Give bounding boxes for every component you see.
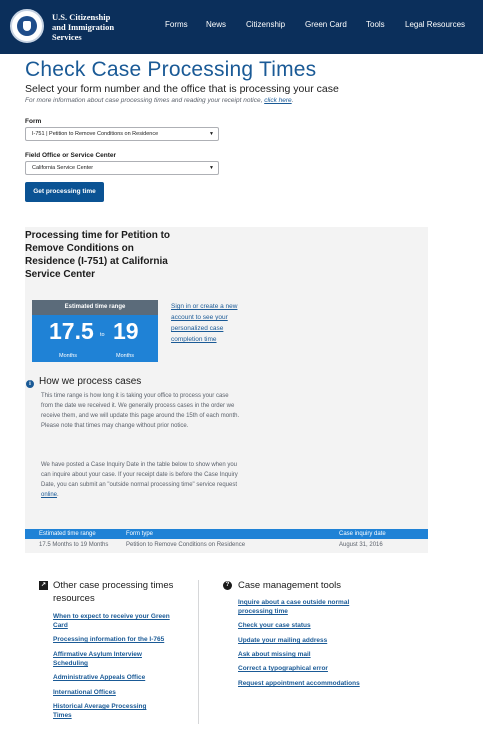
table-row: 17.5 Months to 19 Months Petition to Rem… — [25, 540, 428, 551]
how-we-process-title: How we process cases — [39, 376, 142, 387]
time-max-unit: Months — [116, 353, 135, 359]
nav-green-card[interactable]: Green Card — [305, 20, 347, 29]
nav-news[interactable]: News — [206, 20, 226, 29]
office-select-value: California Service Center — [32, 165, 94, 171]
office-select[interactable]: California Service Center ▼ — [25, 161, 219, 175]
nav-tools[interactable]: Tools — [366, 20, 385, 29]
signin-link[interactable]: Sign in or create a new account to see y… — [171, 301, 251, 345]
link-missing-mail[interactable]: Ask about missing mail — [238, 650, 398, 659]
link-international-offices[interactable]: International Offices — [53, 688, 183, 697]
site-header: U.S. Citizenship and Immigration Service… — [0, 0, 483, 54]
link-green-card-timing[interactable]: When to expect to receive your Green Car… — [53, 612, 173, 630]
form-select[interactable]: I-751 | Petition to Remove Conditions on… — [25, 127, 219, 141]
online-link[interactable]: online — [41, 492, 57, 498]
more-info-text: For more information about case processi… — [25, 97, 293, 104]
time-range-header: Estimated time range — [32, 300, 158, 315]
nav-legal-resources[interactable]: Legal Resources — [405, 20, 465, 29]
link-mailing-address[interactable]: Update your mailing address — [238, 636, 398, 645]
other-resources-title: Other case processing times resources — [53, 580, 174, 604]
table-cell-date: August 31, 2016 — [339, 542, 383, 548]
link-inquire-case[interactable]: Inquire about a case outside normal proc… — [238, 598, 368, 616]
table-header-form: Form type — [126, 531, 154, 537]
table-header: Estimated time range Form type Case inqu… — [25, 529, 428, 539]
link-appeals-office[interactable]: Administrative Appeals Office — [53, 673, 183, 682]
nav-forms[interactable]: Forms — [165, 20, 188, 29]
time-max: 19 — [113, 318, 139, 344]
chevron-down-icon: ▼ — [209, 131, 214, 137]
question-icon: ? — [223, 581, 232, 590]
process-paragraph-2-period: . — [57, 492, 59, 498]
office-label: Field Office or Service Center — [25, 152, 117, 159]
column-divider — [198, 580, 199, 724]
form-label: Form — [25, 118, 42, 125]
more-info-period: . — [291, 97, 294, 104]
click-here-link[interactable]: click here — [264, 97, 291, 104]
table-header-range: Estimated time range — [39, 531, 96, 537]
table-header-date: Case inquiry date — [339, 531, 386, 537]
agency-name[interactable]: U.S. Citizenship and Immigration Service… — [52, 12, 132, 42]
result-panel: Processing time for Petition to Remove C… — [25, 227, 428, 553]
link-typographical-error[interactable]: Correct a typographical error — [238, 664, 398, 673]
link-asylum-scheduling[interactable]: Affirmative Asylum Interview Scheduling — [53, 650, 163, 668]
process-paragraph-2: We have posted a Case Inquiry Date in th… — [41, 460, 241, 500]
process-paragraph-2-text: We have posted a Case Inquiry Date in th… — [41, 462, 238, 488]
agency-line-1: U.S. Citizenship — [52, 12, 111, 22]
time-range-box: Estimated time range 17.5 to 19 Months M… — [32, 300, 158, 362]
dhs-seal-icon[interactable] — [10, 9, 44, 43]
link-appointment-accommodations[interactable]: Request appointment accommodations — [238, 679, 398, 688]
form-select-value: I-751 | Petition to Remove Conditions on… — [32, 131, 159, 137]
link-i765-processing[interactable]: Processing information for the I-765 — [53, 635, 183, 644]
agency-line-3: Services — [52, 32, 82, 42]
nav-citizenship[interactable]: Citizenship — [246, 20, 285, 29]
info-icon: i — [26, 380, 34, 388]
page-subtitle: Select your form number and the office t… — [25, 83, 339, 95]
external-link-icon: ↗ — [39, 581, 48, 590]
time-min: 17.5 — [49, 318, 94, 344]
page-title: Check Case Processing Times — [25, 58, 317, 81]
link-historical-times[interactable]: Historical Average Processing Times — [53, 702, 163, 720]
time-to: to — [100, 332, 105, 338]
chevron-down-icon: ▼ — [209, 165, 214, 171]
get-processing-time-button[interactable]: Get processing time — [25, 182, 104, 202]
table-cell-form: Petition to Remove Conditions on Residen… — [126, 542, 246, 548]
more-info-label: For more information about case processi… — [25, 97, 263, 104]
time-min-unit: Months — [59, 353, 78, 359]
process-paragraph-1: This time range is how long it is taking… — [41, 393, 240, 429]
case-tools-title: Case management tools — [238, 580, 341, 591]
link-case-status[interactable]: Check your case status — [238, 621, 398, 630]
table-cell-range: 17.5 Months to 19 Months — [39, 542, 109, 548]
agency-line-2: and Immigration — [52, 22, 115, 32]
result-title: Processing time for Petition to Remove C… — [25, 230, 171, 280]
